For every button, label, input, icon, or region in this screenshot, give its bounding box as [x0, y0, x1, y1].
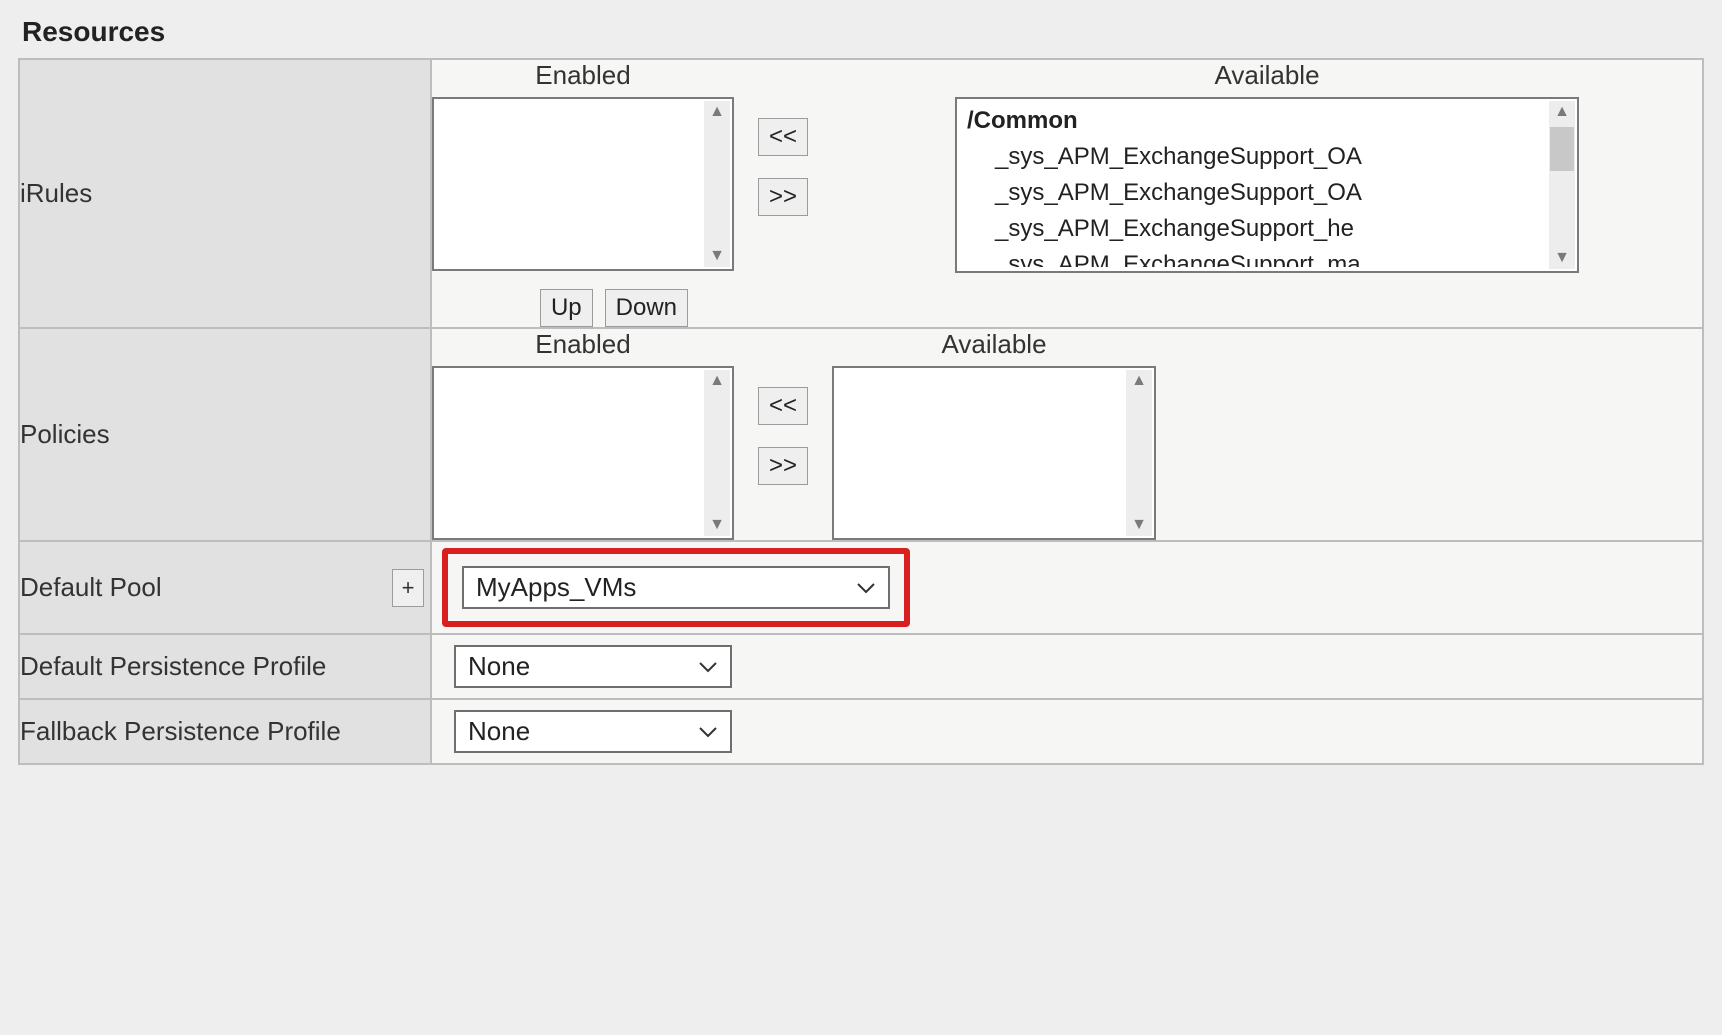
default-persistence-select-value: None: [468, 651, 530, 682]
scroll-up-arrow[interactable]: ▲: [704, 101, 730, 123]
default-persistence-select[interactable]: None: [454, 645, 732, 688]
irules-enabled-listbox[interactable]: ▲ ▼: [432, 97, 734, 271]
chevron-down-icon: [698, 661, 718, 673]
irules-row-label: iRules: [19, 59, 431, 328]
policies-add-button[interactable]: <<: [758, 387, 808, 425]
irules-label-text: iRules: [20, 178, 92, 208]
default-persistence-row-content: None: [431, 634, 1703, 699]
fallback-persistence-row-content: None: [431, 699, 1703, 764]
section-title: Resources: [22, 16, 1704, 48]
fallback-persistence-select-value: None: [468, 716, 530, 747]
default-persistence-label-text: Default Persistence Profile: [20, 651, 326, 681]
irules-move-up-button[interactable]: Up: [540, 289, 593, 327]
irules-available-item[interactable]: _sys_APM_ExchangeSupport_ma: [967, 247, 1543, 267]
policies-enabled-listbox[interactable]: ▲ ▼: [432, 366, 734, 540]
irules-available-listbox[interactable]: /Common _sys_APM_ExchangeSupport_OA _sys…: [955, 97, 1579, 273]
scroll-down-arrow[interactable]: ▼: [1549, 247, 1575, 269]
fallback-persistence-label-text: Fallback Persistence Profile: [20, 716, 341, 746]
default-pool-row-label: Default Pool +: [19, 541, 431, 634]
scroll-up-arrow[interactable]: ▲: [704, 370, 730, 392]
policies-enabled-title: Enabled: [535, 329, 630, 360]
irules-enabled-title: Enabled: [535, 60, 630, 91]
scroll-down-arrow[interactable]: ▼: [704, 514, 730, 536]
scroll-down-arrow[interactable]: ▼: [704, 245, 730, 267]
irules-available-item[interactable]: _sys_APM_ExchangeSupport_OA: [967, 175, 1543, 211]
fallback-persistence-select[interactable]: None: [454, 710, 732, 753]
scroll-thumb[interactable]: [1550, 127, 1574, 171]
default-pool-highlight: MyApps_VMs: [442, 548, 910, 627]
policies-row-content: Enabled ▲ ▼ << >>: [431, 328, 1703, 541]
policies-available-title: Available: [942, 329, 1047, 360]
irules-available-item[interactable]: _sys_APM_ExchangeSupport_he: [967, 211, 1543, 247]
irules-remove-button[interactable]: >>: [758, 178, 808, 216]
default-persistence-row-label: Default Persistence Profile: [19, 634, 431, 699]
policies-available-listbox[interactable]: ▲ ▼: [832, 366, 1156, 540]
scroll-up-arrow[interactable]: ▲: [1549, 101, 1575, 123]
default-pool-select[interactable]: MyApps_VMs: [462, 566, 890, 609]
chevron-down-icon: [698, 726, 718, 738]
policies-row-label: Policies: [19, 328, 431, 541]
policies-label-text: Policies: [20, 419, 110, 449]
policies-remove-button[interactable]: >>: [758, 447, 808, 485]
irules-move-down-button[interactable]: Down: [605, 289, 688, 327]
resources-table: iRules Enabled ▲ ▼: [18, 58, 1704, 765]
scroll-down-arrow[interactable]: ▼: [1126, 514, 1152, 536]
fallback-persistence-row-label: Fallback Persistence Profile: [19, 699, 431, 764]
irules-available-title: Available: [1214, 60, 1319, 91]
irules-add-button[interactable]: <<: [758, 118, 808, 156]
default-pool-add-button[interactable]: +: [392, 569, 424, 607]
default-pool-label-text: Default Pool: [20, 572, 162, 602]
irules-available-item[interactable]: _sys_APM_ExchangeSupport_OA: [967, 139, 1543, 175]
scroll-up-arrow[interactable]: ▲: [1126, 370, 1152, 392]
chevron-down-icon: [856, 582, 876, 594]
irules-row-content: Enabled ▲ ▼ Up Down: [431, 59, 1703, 328]
default-pool-row-content: MyApps_VMs: [431, 541, 1703, 634]
default-pool-select-value: MyApps_VMs: [476, 572, 636, 603]
irules-available-group: /Common: [967, 103, 1543, 139]
